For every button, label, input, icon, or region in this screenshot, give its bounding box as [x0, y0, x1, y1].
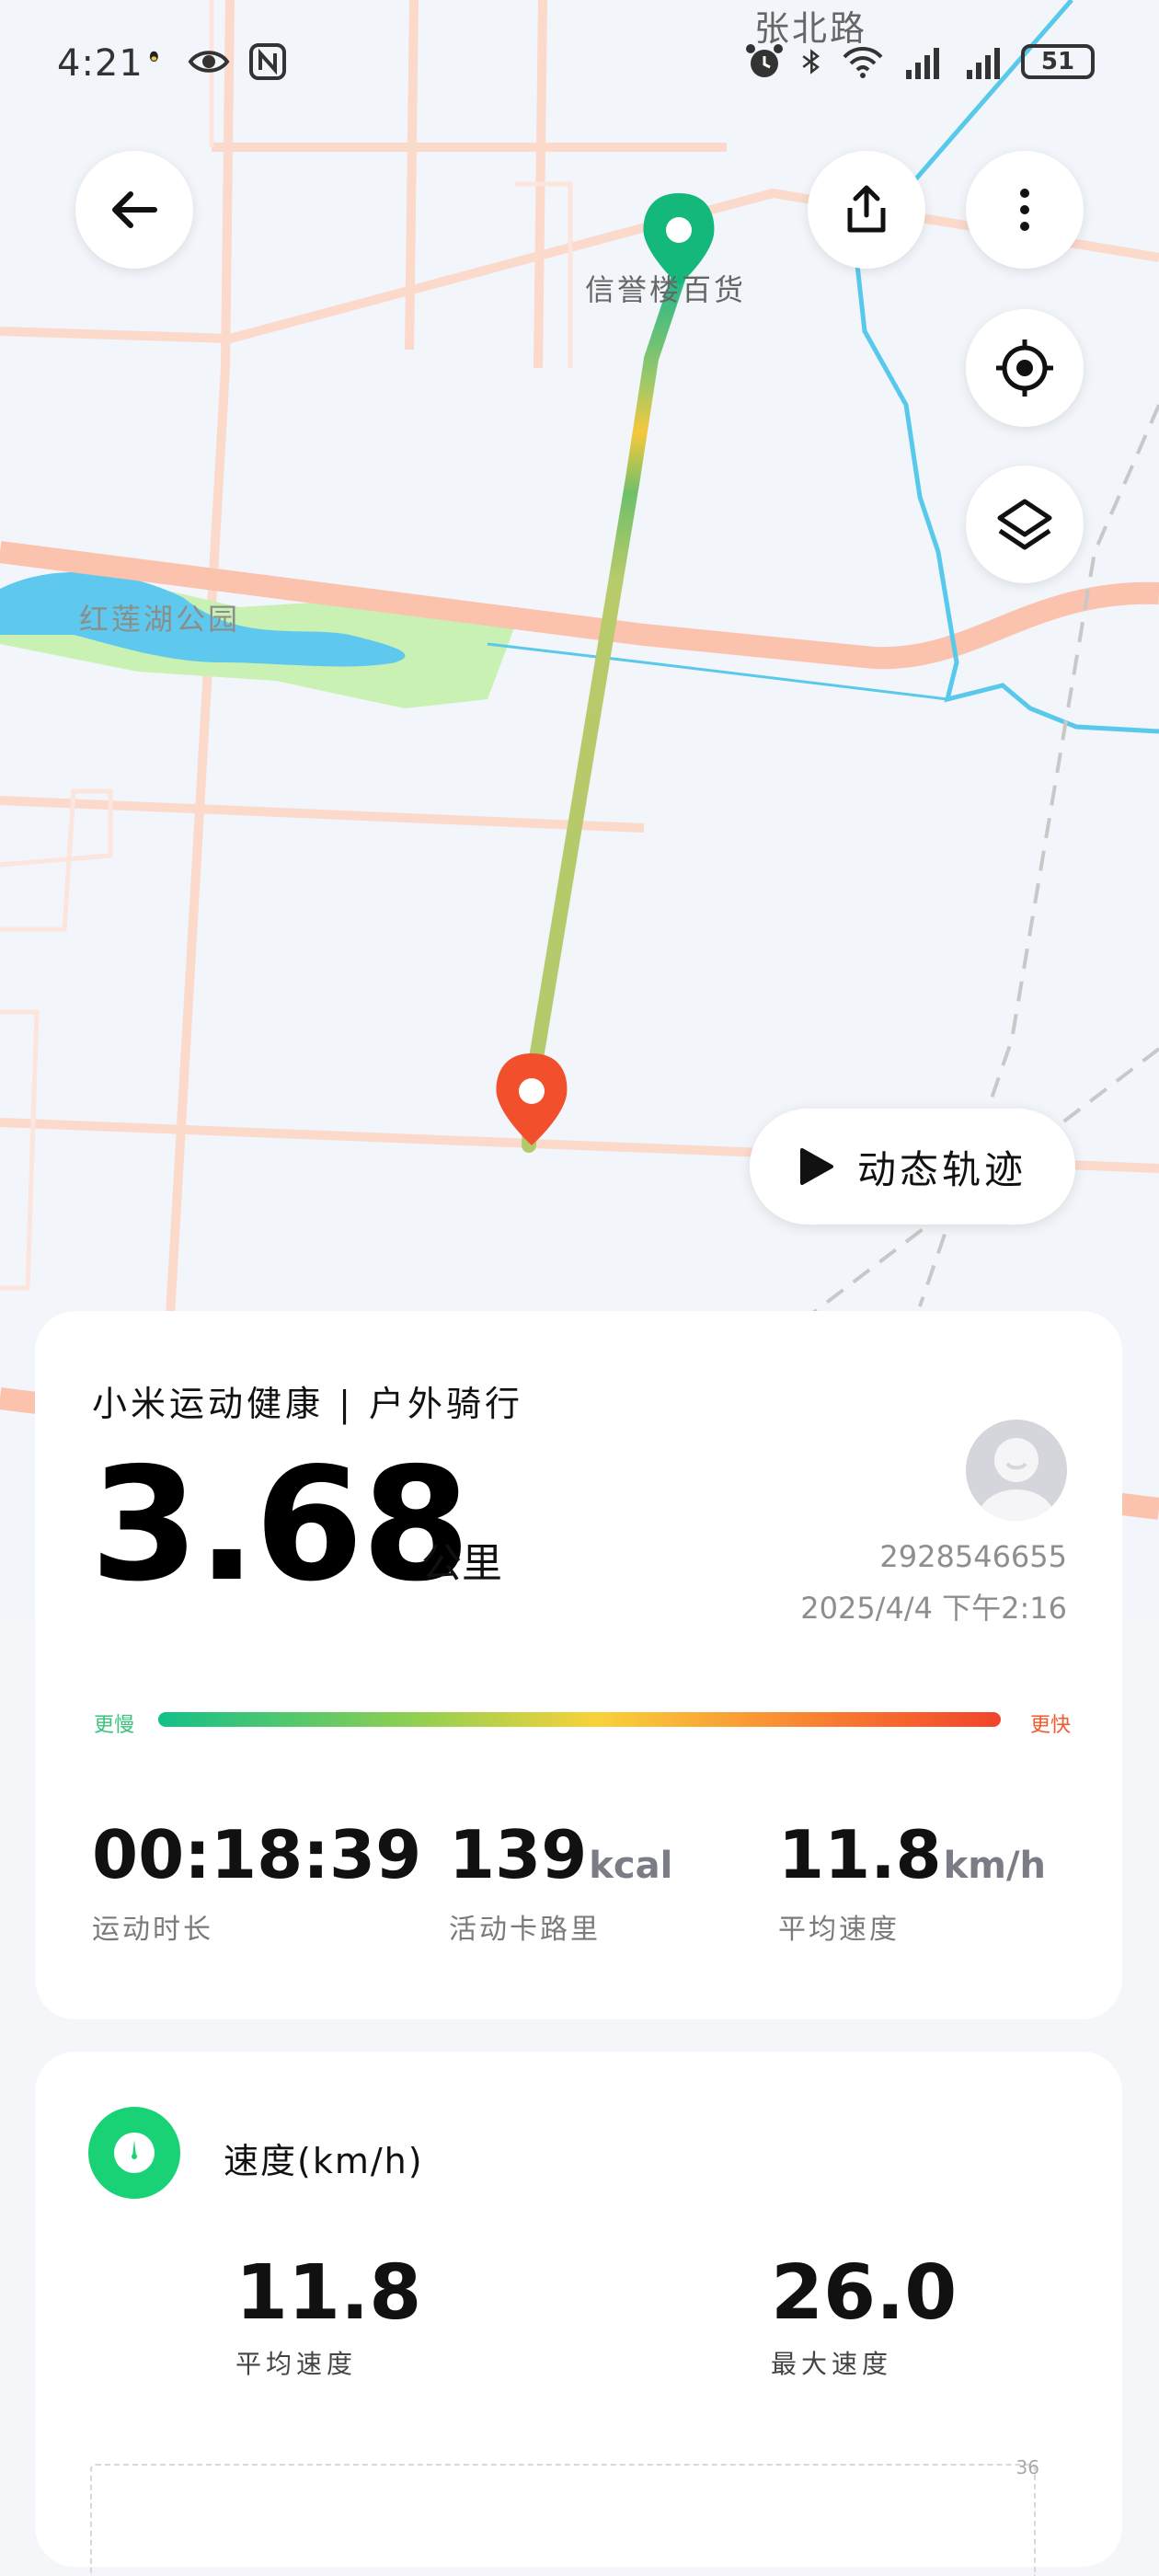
- metric-avg-speed-unit: km/h: [943, 1845, 1047, 1887]
- metric-calories: 139kcal 活动卡路里: [449, 1822, 672, 1947]
- play-icon: [799, 1148, 833, 1185]
- pace-fast-label: 更快: [1029, 1714, 1071, 1737]
- pace-slow-label: 更慢: [94, 1714, 135, 1737]
- layers-button[interactable]: [966, 466, 1084, 583]
- battery-icon: 51: [1021, 44, 1095, 79]
- activity-title: 小米运动健康 | 户外骑行: [92, 1384, 523, 1424]
- dynamic-track-label: 动态轨迹: [856, 1146, 1027, 1192]
- share-button[interactable]: [808, 151, 925, 269]
- speedometer-icon: [114, 2133, 155, 2173]
- metric-duration: 00:18:39 运动时长: [92, 1822, 423, 1947]
- status-bar: 4:21 51: [0, 37, 1159, 101]
- speed-max-label: 最大速度: [771, 2349, 893, 2379]
- metric-duration-label: 运动时长: [92, 1914, 213, 1946]
- metric-avg-speed-value: 11.8: [778, 1816, 942, 1893]
- place-label-park: 红莲湖公园: [79, 602, 241, 637]
- metric-calories-value: 139: [449, 1816, 588, 1893]
- speed-avg-label: 平均速度: [235, 2349, 358, 2379]
- nfc-icon: [249, 43, 286, 80]
- dynamic-track-button[interactable]: 动态轨迹: [750, 1109, 1075, 1225]
- metric-avg-speed-label: 平均速度: [778, 1914, 900, 1946]
- speed-gradient-bar: [158, 1712, 1001, 1727]
- place-label-store: 信誉楼百货: [585, 272, 747, 307]
- speed-card[interactable]: 速度(km/h) 11.8 平均速度 26.0 最大速度 36: [35, 2052, 1122, 2576]
- locate-button[interactable]: [966, 309, 1084, 427]
- metric-calories-unit: kcal: [589, 1845, 673, 1887]
- speed-chart-area: [90, 2464, 1036, 2576]
- metric-calories-label: 活动卡路里: [449, 1914, 601, 1946]
- speed-chart-tick: 36: [1016, 2456, 1039, 2478]
- wifi-icon: [843, 47, 883, 78]
- user-id: 2928546655: [879, 1539, 1067, 1574]
- more-button[interactable]: [966, 151, 1084, 269]
- bluetooth-icon: [802, 49, 820, 75]
- speed-max: 26.0 最大速度: [771, 2256, 957, 2381]
- summary-card: 小米运动健康 | 户外骑行 3.68 公里 2928546655 2025/4/…: [35, 1311, 1122, 2019]
- distance-unit: 公里: [421, 1540, 502, 1587]
- arrow-left-icon: [112, 191, 157, 228]
- activity-date: 2025/4/4 下午2:16: [800, 1591, 1067, 1626]
- speed-icon-badge: [88, 2107, 180, 2199]
- distance-value: 3.68: [90, 1434, 470, 1616]
- speed-avg-value: 11.8: [235, 2249, 422, 2337]
- speed-avg: 11.8 平均速度: [235, 2256, 421, 2381]
- back-button[interactable]: [75, 151, 193, 269]
- qq-icon: [149, 51, 158, 62]
- more-vertical-icon: [1020, 189, 1029, 231]
- alarm-icon: [746, 44, 783, 77]
- signal-icon: [906, 48, 939, 79]
- speed-card-title: 速度(km/h): [224, 2141, 424, 2181]
- metric-duration-value: 00:18:39: [92, 1816, 422, 1893]
- battery-level: 51: [1040, 48, 1075, 75]
- metric-avg-speed: 11.8km/h 平均速度: [778, 1822, 1046, 1947]
- user-avatar-icon: [978, 1438, 1055, 1521]
- locate-icon: [996, 339, 1053, 397]
- layers-icon: [997, 499, 1052, 550]
- share-icon: [847, 185, 886, 233]
- speed-max-value: 26.0: [771, 2249, 958, 2337]
- signal-icon-2: [967, 48, 1000, 79]
- eye-icon: [188, 51, 230, 73]
- avatar[interactable]: [966, 1420, 1067, 1521]
- status-time: 4:21: [57, 42, 143, 85]
